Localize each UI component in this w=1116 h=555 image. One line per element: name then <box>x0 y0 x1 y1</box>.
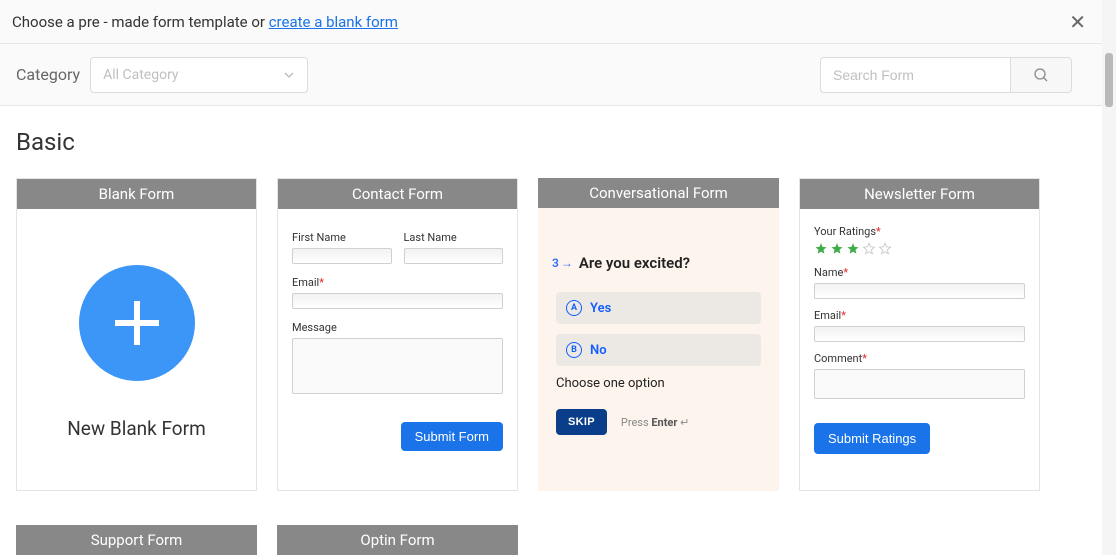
page-scrollbar-thumb[interactable] <box>1105 53 1113 107</box>
email-label: Email* <box>292 276 503 289</box>
template-card-support[interactable]: Support Form <box>16 525 257 555</box>
category-value: All Category <box>103 67 178 83</box>
template-card-optin[interactable]: Optin Form <box>277 525 518 555</box>
last-name-field <box>404 248 504 264</box>
comment-label: Comment* <box>814 352 1025 365</box>
search-input[interactable] <box>820 57 1010 93</box>
question-number: 3→ <box>552 256 573 270</box>
star-icon <box>814 242 828 256</box>
category-select[interactable]: All Category <box>90 57 308 93</box>
last-name-label: Last Name <box>404 231 504 244</box>
card-title: Blank Form <box>17 179 256 209</box>
question-text: Are you excited? <box>579 254 690 272</box>
email-field <box>292 293 503 309</box>
option-badge-b: B <box>566 342 582 358</box>
email-field <box>814 326 1025 342</box>
close-icon[interactable]: ✕ <box>1069 12 1086 32</box>
create-blank-link[interactable]: create a blank form <box>269 13 398 31</box>
option-a-label: Yes <box>590 301 611 316</box>
star-icon <box>830 242 844 256</box>
chevron-down-icon <box>283 69 295 81</box>
star-icon <box>846 242 860 256</box>
message-field <box>292 338 503 394</box>
search-button[interactable] <box>1010 57 1072 93</box>
message-label: Message <box>292 321 503 334</box>
first-name-label: First Name <box>292 231 392 244</box>
header-prefix: Choose a pre - made form template or <box>12 13 269 31</box>
submit-ratings-button[interactable]: Submit Ratings <box>814 423 930 454</box>
name-field <box>814 283 1025 299</box>
first-name-field <box>292 248 392 264</box>
category-label: Category <box>16 65 80 84</box>
template-card-blank[interactable]: Blank Form New Blank Form <box>16 178 257 491</box>
card-title: Conversational Form <box>538 178 779 208</box>
skip-button[interactable]: SKIP <box>556 409 607 435</box>
template-card-conversational[interactable]: Conversational Form 3→ Are you excited? … <box>538 178 779 491</box>
template-card-newsletter[interactable]: Newsletter Form Your Ratings* Name* <box>799 178 1040 491</box>
header-text: Choose a pre - made form template or cre… <box>12 13 398 31</box>
template-card-contact[interactable]: Contact Form First Name Last Name <box>277 178 518 491</box>
option-badge-a: A <box>566 300 582 316</box>
helper-text: Choose one option <box>556 376 761 391</box>
email-label: Email* <box>814 309 1025 322</box>
name-label: Name* <box>814 266 1025 279</box>
search-icon <box>1033 67 1049 83</box>
card-title: Contact Form <box>278 179 517 209</box>
star-empty-icon <box>878 242 892 256</box>
option-yes[interactable]: A Yes <box>556 292 761 324</box>
enter-hint: Press Enter ↵ <box>621 416 689 429</box>
blank-cta: New Blank Form <box>67 417 206 440</box>
section-title: Basic <box>16 128 1086 156</box>
page-scrollbar-track[interactable] <box>1102 0 1116 555</box>
option-no[interactable]: B No <box>556 334 761 366</box>
submit-form-button[interactable]: Submit Form <box>401 422 503 451</box>
comment-field <box>814 369 1025 399</box>
star-empty-icon <box>862 242 876 256</box>
star-rating <box>814 242 1025 256</box>
modal-header: Choose a pre - made form template or cre… <box>0 0 1102 44</box>
option-b-label: No <box>590 343 607 358</box>
ratings-label: Your Ratings* <box>814 225 1025 238</box>
arrow-right-icon: → <box>561 256 573 270</box>
plus-icon <box>79 265 195 381</box>
filter-bar: Category All Category <box>0 44 1102 106</box>
card-title: Newsletter Form <box>800 179 1039 209</box>
